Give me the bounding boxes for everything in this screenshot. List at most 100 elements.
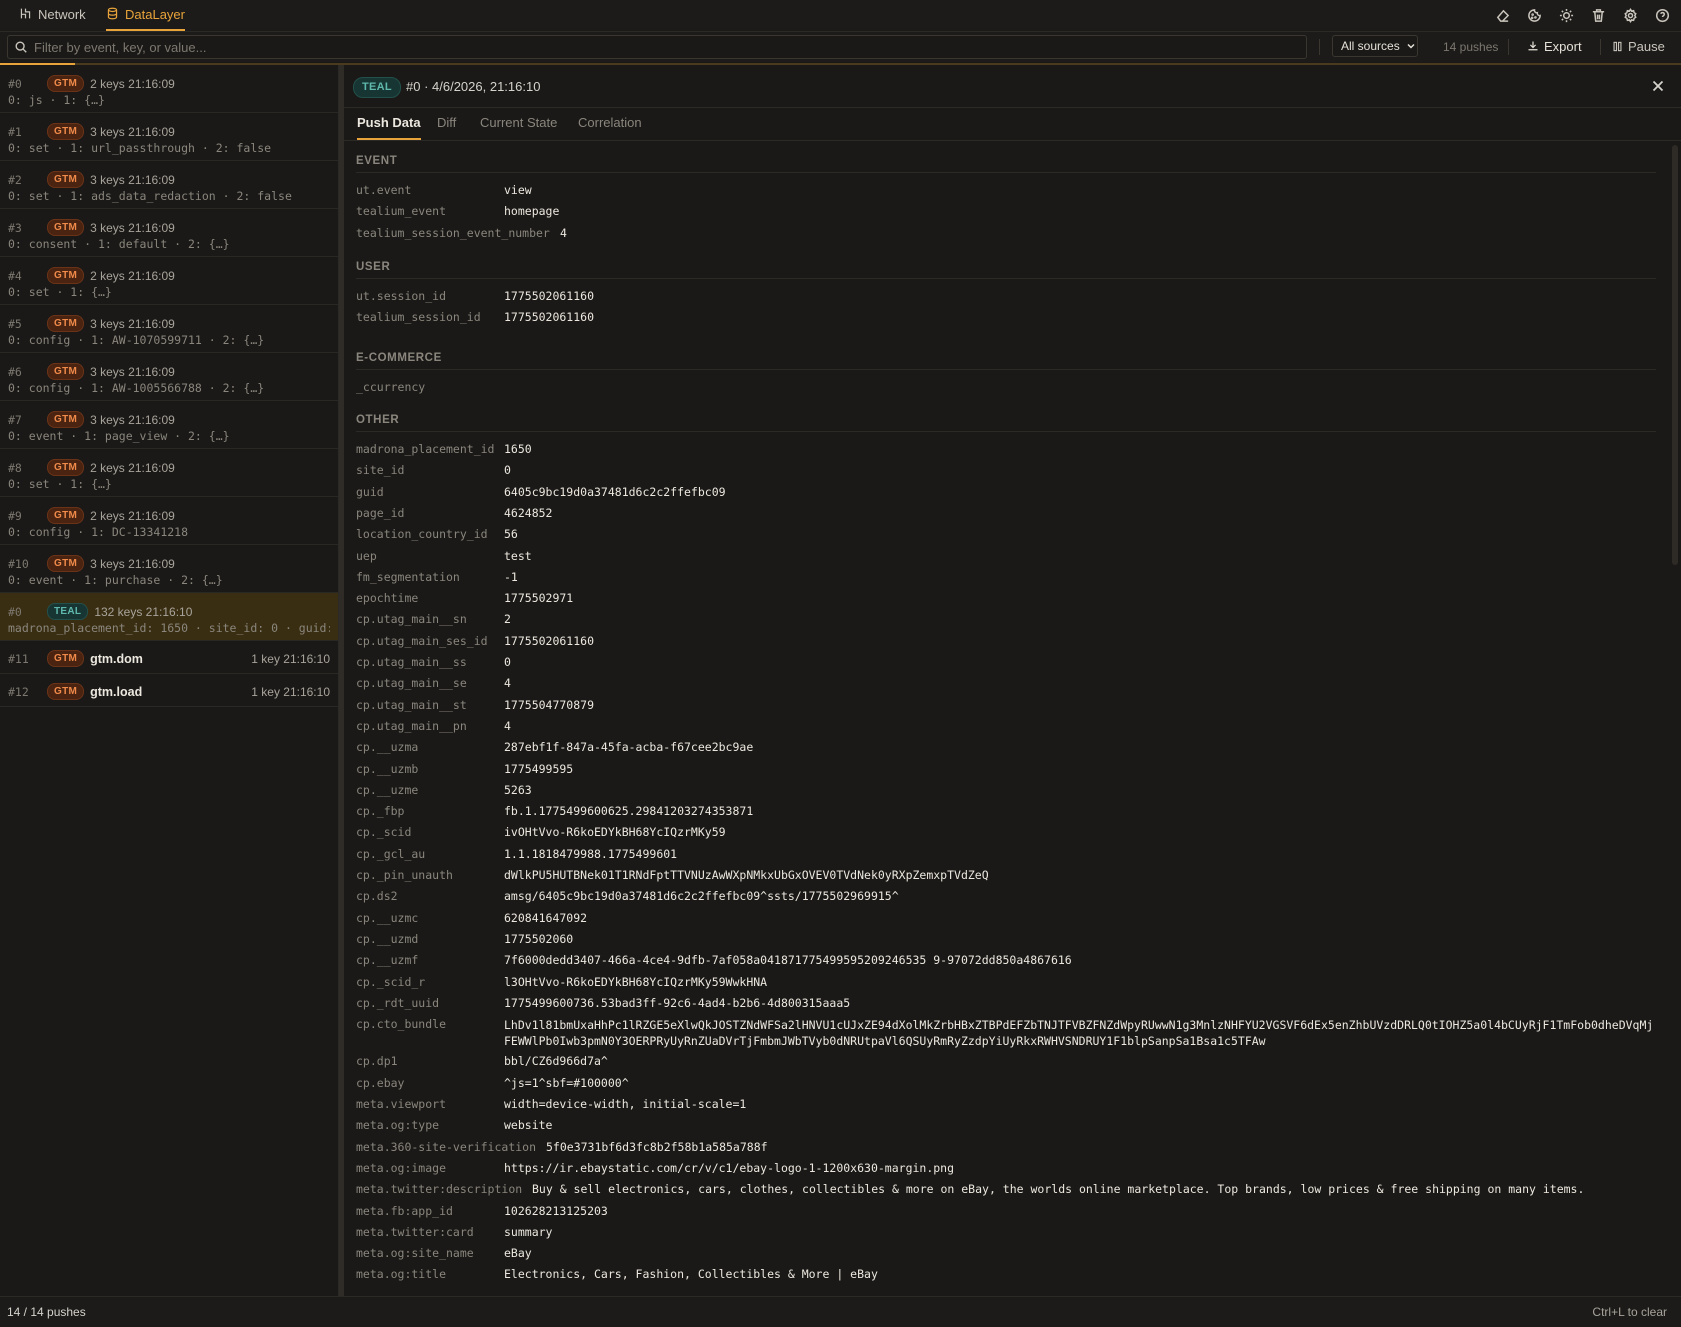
kv-value[interactable]: fb.1.1775499600625.29841203274353871 (504, 804, 753, 818)
source-badge: GTM (47, 683, 85, 700)
kv-value[interactable]: Electronics, Cars, Fashion, Collectibles… (504, 1267, 878, 1281)
kv-value[interactable]: test (504, 549, 532, 563)
kv-value[interactable]: 1775502060 (504, 932, 573, 946)
tab-network[interactable]: Network (19, 0, 86, 29)
search-input[interactable] (32, 37, 1296, 57)
kv-key: cp.utag_main__sn (356, 612, 467, 627)
kv-row: meta.og:title Electronics, Cars, Fashion,… (356, 1267, 878, 1281)
kv-value[interactable]: eBay (504, 1246, 532, 1260)
tab-diff[interactable]: Diff (437, 108, 456, 138)
kv-key: tealium_session_id (356, 310, 481, 325)
kv-value[interactable]: Buy & sell electronics, cars, clothes, c… (532, 1182, 1584, 1196)
sun-icon[interactable] (1557, 7, 1575, 25)
kv-value[interactable]: 6405c9bc19d0a37481d6c2c2ffefbc09 (504, 485, 726, 499)
kv-key: location_country_id (356, 527, 488, 542)
kv-value[interactable]: amsg/6405c9bc19d0a37481d6c2c2ffefbc09^ss… (504, 889, 899, 903)
kv-value[interactable]: 1775504770879 (504, 698, 594, 712)
kv-row: meta.twitter:description Buy & sell elect… (356, 1182, 1584, 1196)
list-item[interactable]: #10 GTM 3 keys 21:16:09 0: event · 1: purc… (0, 545, 338, 593)
help-icon[interactable] (1653, 7, 1671, 25)
kv-value[interactable]: 1775502061160 (504, 634, 594, 648)
gear-icon[interactable] (1621, 7, 1639, 25)
kv-value[interactable]: -1 (504, 570, 518, 584)
tab-correlation[interactable]: Correlation (578, 108, 642, 138)
kv-value[interactable]: 0 (504, 655, 511, 669)
list-item[interactable]: #5 GTM 3 keys 21:16:09 0: config · 1: AW-1… (0, 305, 338, 353)
kv-row: cp.__uzmd 1775502060 (356, 932, 573, 946)
trash-icon[interactable] (1589, 7, 1607, 25)
list-item[interactable]: #12 GTM gtm.load 1 key 21:16:10 (0, 674, 338, 707)
kv-value[interactable]: dWlkPU5HUTBNek01T1RNdFptTTVNUzAwWXpNMkxU… (504, 868, 989, 882)
list-item-selected[interactable]: #0 TEAL 132 keys 21:16:10 madrona_placemen… (0, 593, 338, 641)
kv-value[interactable]: 1775499595 (504, 762, 573, 776)
kv-key: meta.twitter:card (356, 1224, 474, 1239)
kv-value[interactable]: 1775502061160 (504, 310, 594, 324)
kv-value[interactable]: ^js=1^sbf=#100000^ (504, 1076, 629, 1090)
kv-value[interactable]: 4624852 (504, 506, 552, 520)
tab-datalayer[interactable]: DataLayer (106, 0, 185, 31)
list-item[interactable]: #1 GTM 3 keys 21:16:09 0: set · 1: url_pas… (0, 113, 338, 161)
export-button[interactable]: Export (1527, 36, 1582, 56)
source-select-value: All sources (1341, 39, 1400, 53)
list-item[interactable]: #3 GTM 3 keys 21:16:09 0: consent · 1: def… (0, 209, 338, 257)
kv-value[interactable]: 1775499600736.53bad3ff-92c6-4ad4-b2b6-4d… (504, 996, 850, 1010)
kv-key: cp.cto_bundle (356, 1017, 447, 1032)
kv-row: location_country_id 56 (356, 527, 518, 542)
kv-value[interactable]: 7f6000dedd3407-466a-4ce4-9dfb-7af058a041… (504, 953, 1072, 967)
kv-row: cp.__uzma 287ebf1f-847a-45fa-acba-f67cee2… (356, 740, 753, 755)
kv-value[interactable]: width=device-width, initial-scale=1 (504, 1097, 746, 1111)
kv-value[interactable]: 620841647092 (504, 911, 587, 925)
scrollbar[interactable] (1672, 145, 1678, 565)
list-item[interactable]: #7 GTM 3 keys 21:16:09 0: event · 1: page_… (0, 401, 338, 449)
eraser-icon[interactable] (1493, 7, 1511, 25)
kv-value[interactable]: 287ebf1f-847a-45fa-acba-f67cee2bc9ae (504, 740, 753, 754)
section-title: USER (356, 261, 391, 273)
kv-row: meta.og:site_name eBay (356, 1246, 532, 1260)
list-item[interactable]: #6 GTM 3 keys 21:16:09 0: config · 1: AW-1… (0, 353, 338, 401)
kv-row: guid 6405c9bc19d0a37481d6c2c2ffefbc09 (356, 485, 726, 499)
list-item[interactable]: #11 GTM gtm.dom 1 key 21:16:10 (0, 641, 338, 674)
kv-value[interactable]: 1775502061160 (504, 289, 594, 303)
kv-value[interactable]: 0 (504, 463, 511, 477)
kv-value[interactable]: homepage (504, 204, 559, 218)
kv-value[interactable]: LhDv1l81bmUxaHhPc1lRZGE5eXlwQkJOSTZNdWFS… (504, 1017, 1654, 1049)
kv-value[interactable]: 5263 (504, 783, 532, 797)
kv-value[interactable]: 1775502971 (504, 591, 573, 605)
source-select[interactable]: All sources (1332, 35, 1418, 57)
kv-value[interactable]: l3OHtVvo-R6koEDYkBH68YcIQzrMKy59WwkHNA (504, 975, 767, 989)
filter-bar: All sources 14 pushes Export Pause (0, 32, 1681, 62)
kv-value[interactable]: 4 (504, 719, 511, 733)
kv-key: ut.event (356, 183, 412, 197)
kv-value[interactable]: 4 (560, 226, 567, 240)
list-item[interactable]: #9 GTM 2 keys 21:16:09 0: config · 1: DC-1… (0, 497, 338, 545)
kv-value[interactable]: summary (504, 1225, 552, 1239)
kv-value[interactable]: 4 (504, 676, 511, 690)
cookie-icon[interactable] (1525, 7, 1543, 25)
tab-push-data[interactable]: Push Data (357, 108, 421, 140)
kv-value[interactable]: 5f0e3731bf6d3fc8b2f58b1a585a788f (546, 1140, 768, 1154)
kv-value[interactable]: https://ir.ebaystatic.com/cr/v/c1/ebay-l… (504, 1161, 954, 1175)
kv-key: cp.__uzma (356, 740, 419, 755)
kv-value[interactable]: ivOHtVvo-R6koEDYkBH68YcIQzrMKy59 (504, 825, 726, 839)
kv-value[interactable]: bbl/CZ6d966d7a^ (504, 1054, 608, 1068)
list-item[interactable]: #2 GTM 3 keys 21:16:09 0: set · 1: ads_dat… (0, 161, 338, 209)
kv-value[interactable]: 102628213125203 (504, 1204, 608, 1218)
kv-row: cp.utag_main__ss 0 (356, 655, 511, 669)
kv-value[interactable]: 56 (504, 527, 518, 541)
kv-key: cp._scid (356, 825, 412, 840)
list-item[interactable]: #8 GTM 2 keys 21:16:09 0: set · 1: {…} (0, 449, 338, 497)
kv-row: cp.utag_main__st 1775504770879 (356, 698, 594, 712)
list-item[interactable]: #0 GTM 2 keys 21:16:09 0: js · 1: {…} (0, 65, 338, 113)
kv-value[interactable]: website (504, 1118, 552, 1132)
kv-row: cp.cto_bundle LhDv1l81bmUxaHhPc1lRZGE5eXl… (356, 1017, 1653, 1048)
close-icon[interactable] (1649, 77, 1667, 95)
pause-button[interactable]: Pause (1612, 36, 1665, 56)
kv-key: _ccurrency (356, 380, 426, 394)
kv-key: cp.utag_main_ses_id (356, 633, 488, 648)
kv-value[interactable]: 1650 (504, 442, 532, 456)
tab-current-state[interactable]: Current State (480, 108, 557, 138)
kv-value[interactable]: 2 (504, 612, 511, 626)
kv-value[interactable]: 1.1.1818479988.1775499601 (504, 847, 677, 861)
kv-value[interactable]: view (504, 183, 532, 197)
list-item[interactable]: #4 GTM 2 keys 21:16:09 0: set · 1: {…} (0, 257, 338, 305)
